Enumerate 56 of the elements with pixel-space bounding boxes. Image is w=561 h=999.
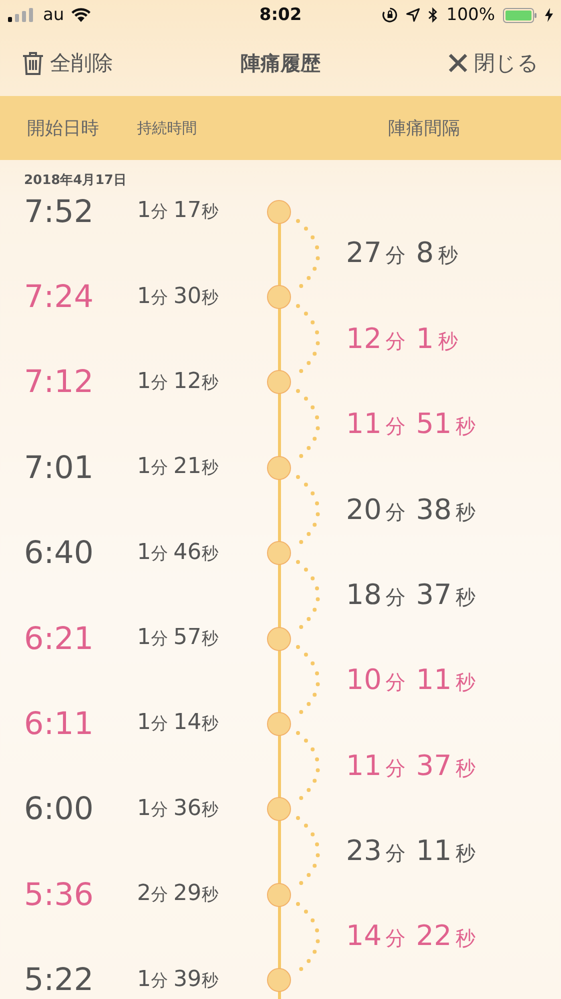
clear-all-button[interactable]: 全削除 — [22, 49, 113, 77]
signal-icon — [8, 8, 36, 22]
duration: 2分 29秒 — [137, 880, 220, 908]
start-time: 7:01 — [24, 452, 95, 483]
duration: 1分 57秒 — [137, 624, 220, 652]
timeline-dot — [267, 541, 291, 566]
start-time: 6:40 — [24, 538, 95, 568]
timeline-dot — [267, 200, 291, 224]
bluetooth-icon — [428, 7, 438, 23]
status-time: 8:02 — [259, 5, 302, 25]
dotted-arc — [296, 474, 321, 546]
dotted-arc — [296, 730, 321, 802]
dotted-arc — [296, 816, 321, 888]
timeline-dot — [267, 797, 291, 822]
column-header: 開始日時 — [27, 117, 100, 140]
dotted-arc — [296, 902, 321, 974]
date-label: 2018年4月17日 — [24, 172, 128, 189]
timeline-dot — [267, 370, 291, 394]
screen-title: 陣痛履歴 — [240, 50, 322, 76]
duration: 1分 12秒 — [137, 368, 220, 396]
start-time: 6:00 — [24, 794, 95, 824]
column-header: 持続時間 — [137, 118, 198, 138]
carrier-name: au — [43, 5, 64, 25]
duration: 1分 36秒 — [137, 794, 220, 823]
start-time: 5:22 — [24, 965, 95, 996]
timeline-dot — [267, 456, 291, 480]
duration: 1分 21秒 — [137, 453, 220, 482]
start-time: 6:11 — [24, 708, 95, 739]
battery-percent: 100% — [446, 5, 496, 25]
start-time: 7:52 — [24, 196, 95, 227]
start-time: 7:12 — [24, 367, 95, 398]
column-header: 陣痛間隔 — [388, 117, 460, 140]
timeline-dot — [267, 626, 291, 651]
dotted-arc — [296, 560, 321, 632]
trash-icon — [22, 50, 44, 76]
charging-icon — [545, 8, 554, 22]
duration: 1分 30秒 — [137, 282, 220, 311]
close-button[interactable]: 閉じる — [448, 49, 539, 77]
timeline-dot — [267, 968, 291, 992]
timeline-dot — [267, 712, 291, 736]
dotted-arc — [296, 218, 321, 290]
duration: 1分 39秒 — [137, 966, 220, 994]
duration: 1分 14秒 — [137, 709, 220, 738]
timeline-dot — [267, 285, 291, 310]
wifi-icon — [71, 8, 92, 22]
rotation-lock-icon — [382, 7, 398, 23]
start-time: 5:36 — [24, 880, 95, 910]
location-icon — [406, 8, 420, 22]
dotted-arc — [296, 389, 321, 461]
duration: 1分 17秒 — [137, 197, 220, 226]
start-time: 6:21 — [24, 624, 95, 654]
duration: 1分 46秒 — [137, 538, 220, 567]
battery-icon — [503, 8, 538, 22]
start-time: 7:24 — [24, 282, 95, 312]
close-icon — [448, 53, 468, 73]
timeline-dot — [267, 882, 291, 907]
